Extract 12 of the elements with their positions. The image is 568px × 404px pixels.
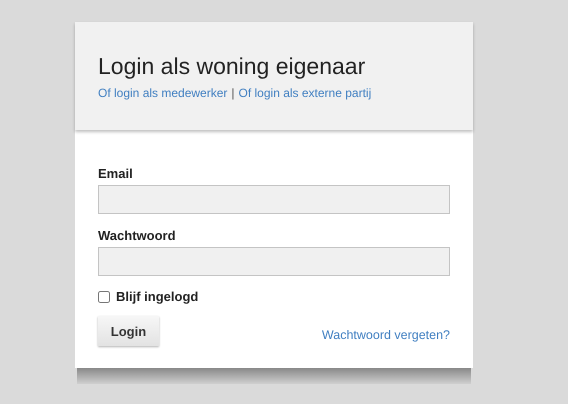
- input-field[interactable]: [98, 185, 450, 214]
- login-option-link[interactable]: Of login als externe partij: [238, 86, 372, 100]
- field-label: Email: [98, 166, 134, 182]
- remember-checkbox[interactable]: [98, 290, 110, 302]
- page-title: Login als woning eigenaar: [98, 52, 366, 80]
- input-field[interactable]: [98, 247, 450, 276]
- link-separator: |: [231, 86, 235, 100]
- login-option-link[interactable]: Of login als medewerker: [98, 86, 228, 100]
- forgot-password-link[interactable]: Wachtwoord vergeten?: [322, 328, 450, 342]
- field-label: Wachtwoord: [98, 228, 177, 244]
- login-button[interactable]: Login: [98, 316, 159, 346]
- remember-label: Blijf ingelogd: [116, 289, 198, 304]
